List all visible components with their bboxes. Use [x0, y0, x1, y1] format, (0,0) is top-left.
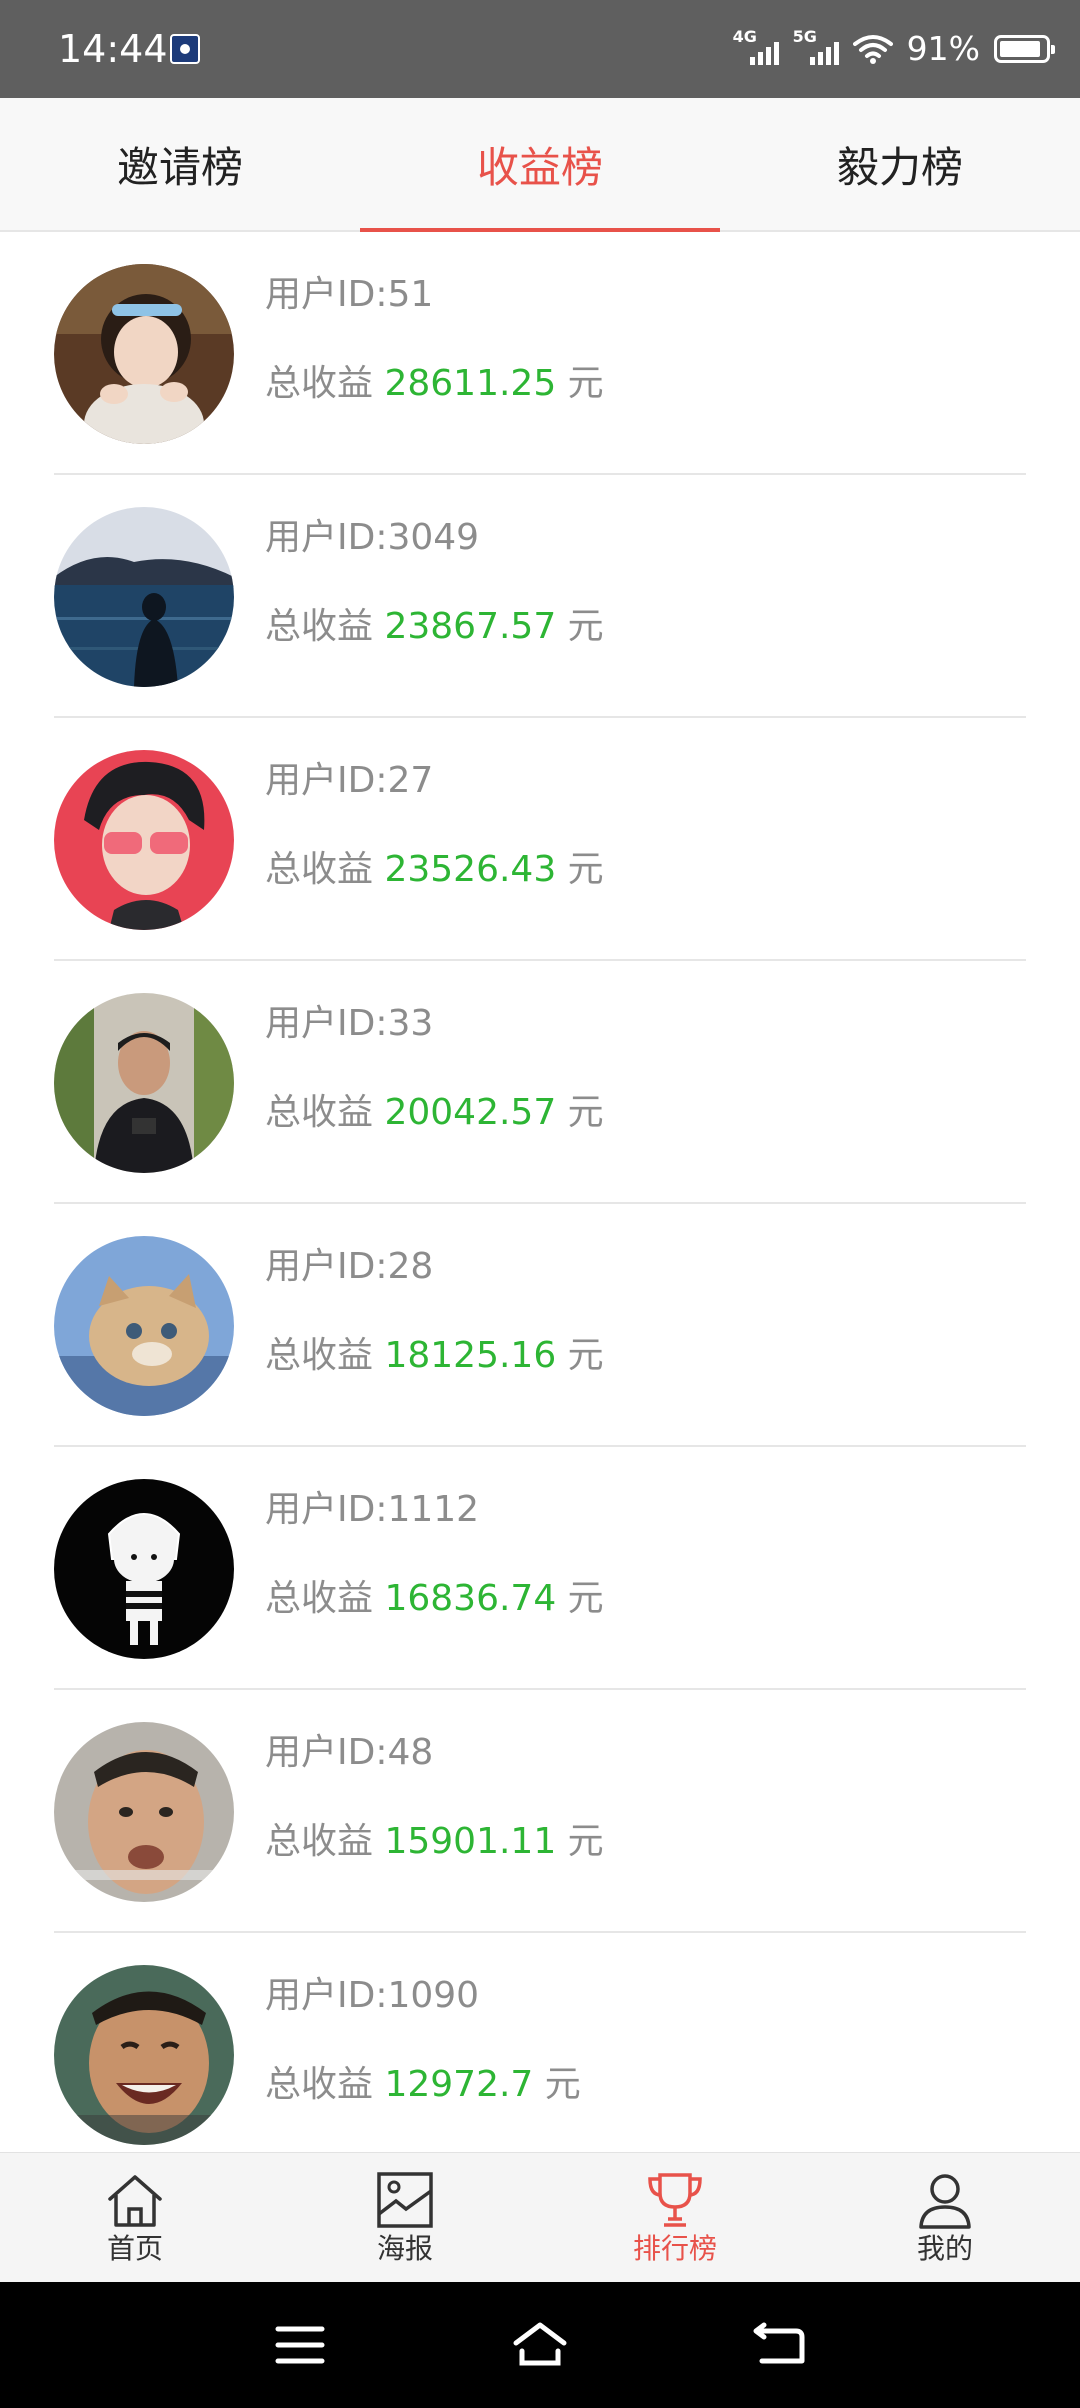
nav-mine[interactable]: 我的 — [810, 2153, 1080, 2283]
total-income: 总收益 16836.74 元 — [265, 1576, 604, 1622]
user-id: 用户ID:28 — [265, 1246, 434, 1287]
income-unit: 元 — [556, 606, 604, 647]
income-amount: 23867.57 — [384, 606, 557, 647]
avatar — [54, 1236, 234, 1416]
avatar — [54, 993, 234, 1173]
income-ranking-list[interactable]: 用户ID:51 总收益 28611.25 元 用户ID:3049 总收益 238… — [0, 232, 1080, 2152]
list-item[interactable]: 用户ID:27 总收益 23526.43 元 — [0, 718, 1080, 961]
menu-icon[interactable] — [270, 2317, 330, 2373]
nav-home-label: 首页 — [106, 2232, 163, 2265]
app-notification-icon — [170, 34, 200, 64]
status-time: 14:44 — [58, 27, 168, 71]
user-icon — [919, 2174, 971, 2229]
total-income: 总收益 28611.25 元 — [265, 361, 604, 407]
list-item[interactable]: 用户ID:1090 总收益 12972.7 元 — [0, 1933, 1080, 2152]
income-unit: 元 — [556, 1092, 604, 1133]
income-unit: 元 — [556, 849, 604, 890]
signal-4g-icon: 4G — [733, 29, 779, 69]
nav-ranking[interactable]: 排行榜 — [540, 2153, 810, 2283]
nav-mine-label: 我的 — [916, 2232, 973, 2265]
user-id: 用户ID:33 — [265, 1003, 434, 1044]
user-id: 用户ID:27 — [265, 760, 434, 801]
total-income: 总收益 18125.16 元 — [265, 1333, 604, 1379]
list-item[interactable]: 用户ID:28 总收益 18125.16 元 — [0, 1204, 1080, 1447]
income-unit: 元 — [533, 2064, 581, 2105]
income-amount: 28611.25 — [384, 363, 557, 404]
user-id: 用户ID:1112 — [265, 1489, 480, 1530]
total-income: 总收益 12972.7 元 — [265, 2062, 581, 2108]
system-navigation-bar — [0, 2282, 1080, 2408]
total-income: 总收益 20042.57 元 — [265, 1090, 604, 1136]
tab-invite-label: 邀请榜 — [116, 142, 243, 192]
avatar — [54, 1722, 234, 1902]
avatar — [54, 264, 234, 444]
tab-perseverance[interactable]: 毅力榜 — [720, 98, 1080, 230]
income-unit: 元 — [556, 1335, 604, 1376]
avatar — [54, 1479, 234, 1659]
battery-percent: 91% — [906, 29, 980, 68]
income-label: 总收益 — [265, 849, 385, 890]
nav-home[interactable]: 首页 — [0, 2153, 270, 2283]
income-label: 总收益 — [265, 606, 385, 647]
status-indicators: 4G 5G 91% — [733, 26, 1055, 72]
income-amount: 23526.43 — [384, 849, 557, 890]
home-icon — [108, 2175, 162, 2227]
battery-icon — [994, 35, 1055, 63]
tab-income-label: 收益榜 — [476, 142, 603, 192]
tab-perseverance-label: 毅力榜 — [836, 142, 963, 192]
list-item[interactable]: 用户ID:3049 总收益 23867.57 元 — [0, 475, 1080, 718]
list-item[interactable]: 用户ID:1112 总收益 16836.74 元 — [0, 1447, 1080, 1690]
list-item[interactable]: 用户ID:51 总收益 28611.25 元 — [0, 232, 1080, 475]
nav-poster-label: 海报 — [376, 2232, 433, 2265]
back-icon[interactable] — [750, 2317, 810, 2373]
income-label: 总收益 — [265, 1335, 385, 1376]
ranking-tabs: 邀请榜 收益榜 毅力榜 — [0, 98, 1080, 232]
income-label: 总收益 — [265, 1821, 385, 1862]
user-id: 用户ID:3049 — [265, 517, 480, 558]
avatar — [54, 750, 234, 930]
home-button-icon[interactable] — [510, 2317, 570, 2373]
status-bar: 14:44 4G 5G 91% — [0, 0, 1080, 98]
income-unit: 元 — [556, 1821, 604, 1862]
nav-poster[interactable]: 海报 — [270, 2153, 540, 2283]
user-id: 用户ID:1090 — [265, 1975, 480, 2016]
tab-invite[interactable]: 邀请榜 — [0, 98, 360, 230]
income-amount: 12972.7 — [384, 2064, 534, 2105]
income-amount: 15901.11 — [384, 1821, 557, 1862]
user-id: 用户ID:51 — [265, 274, 434, 315]
avatar — [54, 507, 234, 687]
avatar — [54, 1965, 234, 2145]
list-item[interactable]: 用户ID:48 总收益 15901.11 元 — [0, 1690, 1080, 1933]
income-label: 总收益 — [265, 2064, 385, 2105]
signal-5g-icon: 5G — [793, 29, 839, 69]
income-amount: 20042.57 — [384, 1092, 557, 1133]
income-label: 总收益 — [265, 1092, 385, 1133]
user-id: 用户ID:48 — [265, 1732, 434, 1773]
income-unit: 元 — [556, 1578, 604, 1619]
income-label: 总收益 — [265, 363, 385, 404]
list-item[interactable]: 用户ID:33 总收益 20042.57 元 — [0, 961, 1080, 1204]
income-label: 总收益 — [265, 1578, 385, 1619]
poster-icon — [377, 2172, 433, 2228]
income-amount: 18125.16 — [384, 1335, 557, 1376]
bottom-navigation: 首页 海报 排行榜 我的 — [0, 2152, 1080, 2282]
income-amount: 16836.74 — [384, 1578, 557, 1619]
total-income: 总收益 23526.43 元 — [265, 847, 604, 893]
total-income: 总收益 15901.11 元 — [265, 1819, 604, 1865]
nav-ranking-label: 排行榜 — [632, 2232, 717, 2265]
trophy-icon — [648, 2173, 702, 2227]
total-income: 总收益 23867.57 元 — [265, 604, 604, 650]
income-unit: 元 — [556, 363, 604, 404]
tab-income[interactable]: 收益榜 — [360, 98, 720, 232]
wifi-icon — [852, 35, 893, 64]
